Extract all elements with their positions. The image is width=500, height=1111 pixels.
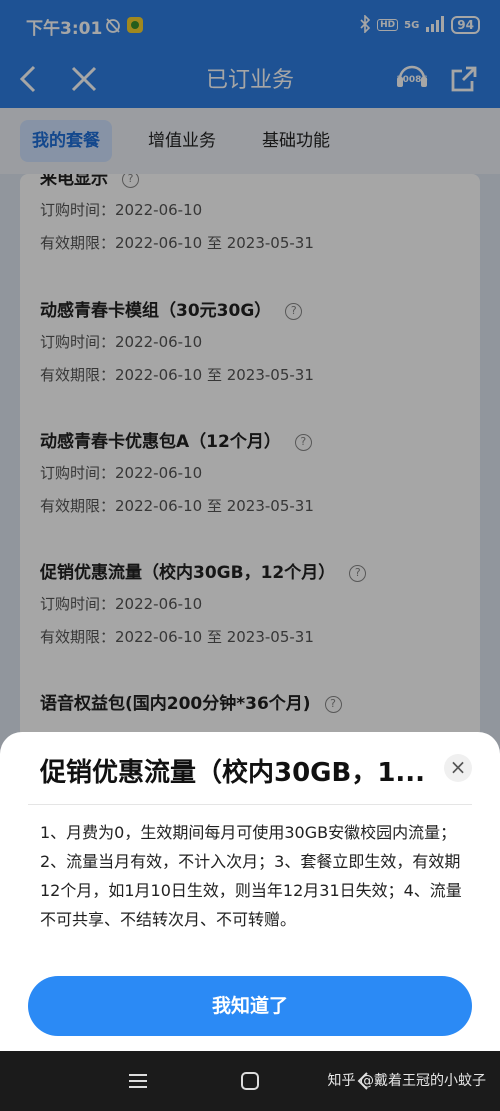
watermark: 知乎 @戴着王冠的小蚊子 xyxy=(327,1073,486,1089)
package-detail-sheet: 促销优惠流量（校内30GB，1... × 1、月费为0，生效期间每月可使用30G… xyxy=(0,732,500,1051)
home-icon[interactable] xyxy=(238,1069,262,1093)
menu-icon[interactable] xyxy=(126,1069,150,1093)
system-nav-bar: 知乎 @戴着王冠的小蚊子 xyxy=(0,1051,500,1111)
divider xyxy=(28,804,472,805)
sheet-description: 1、月费为0，生效期间每月可使用30GB安徽校园内流量；2、流量当月有效，不计入… xyxy=(40,823,462,929)
confirm-button[interactable]: 我知道了 xyxy=(28,976,472,1036)
sheet-title: 促销优惠流量（校内30GB，1... xyxy=(40,758,426,788)
close-sheet-button[interactable]: × xyxy=(444,754,472,782)
